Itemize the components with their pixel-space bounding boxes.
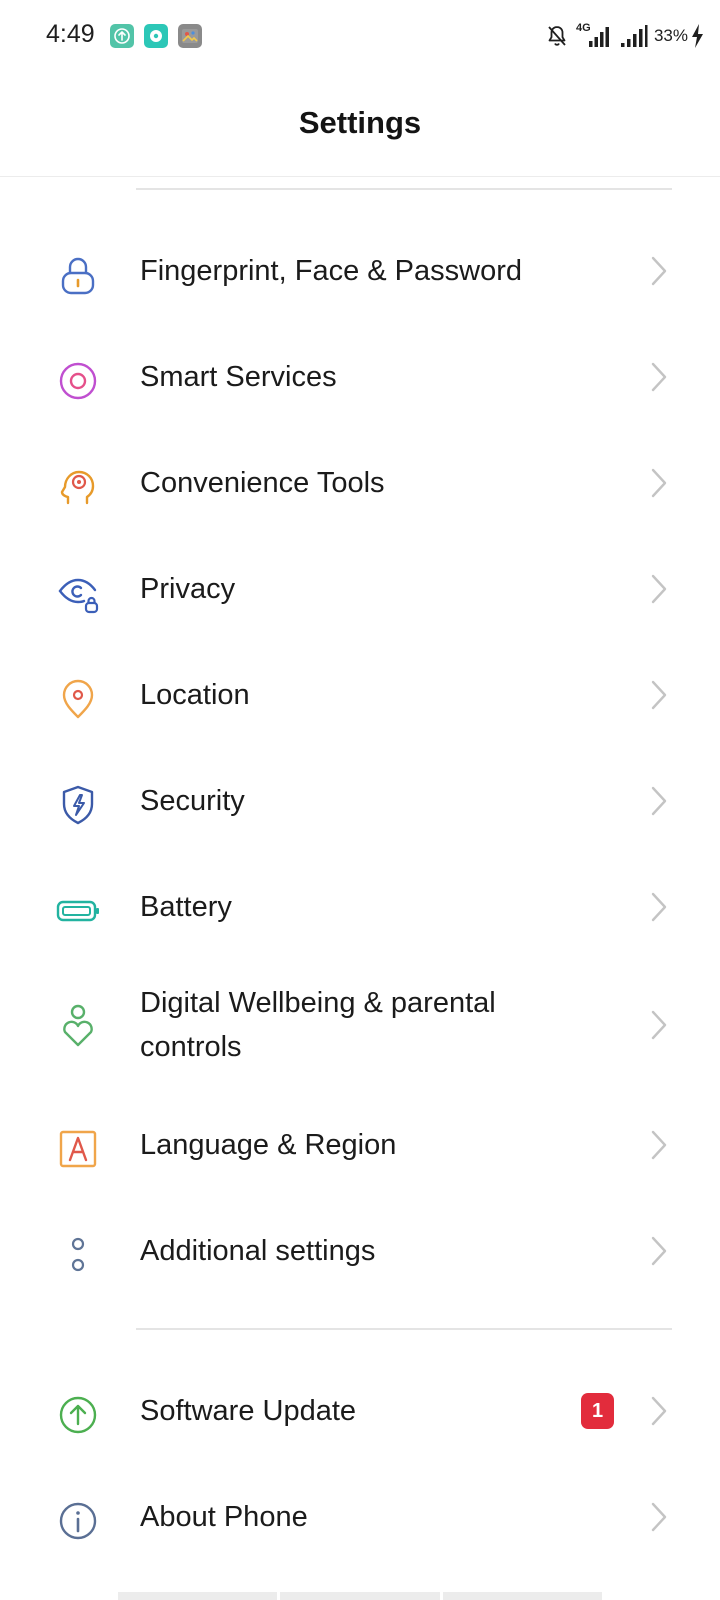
page-title: Settings bbox=[298, 105, 422, 140]
settings-item-fingerprint-face-password[interactable]: Fingerprint, Face & Password bbox=[0, 217, 720, 325]
settings-item-additional-settings[interactable]: Additional settings bbox=[0, 1197, 720, 1305]
status-system-icons: 4G 33% bbox=[546, 22, 704, 50]
bell-off-icon bbox=[546, 24, 568, 48]
signal-icon bbox=[620, 24, 648, 48]
chevron-right-icon bbox=[650, 1235, 668, 1267]
settings-item-label: Additional settings bbox=[140, 1235, 376, 1267]
chevron-right-icon bbox=[650, 467, 668, 499]
chevron-right-icon bbox=[650, 891, 668, 923]
navigation-bar-hint bbox=[118, 1592, 602, 1600]
photos-app-icon bbox=[178, 24, 202, 48]
settings-item-label: Security bbox=[140, 785, 245, 817]
settings-item-language-region[interactable]: Language & Region bbox=[0, 1091, 720, 1199]
dots-vertical-icon bbox=[54, 1231, 102, 1279]
battery-icon bbox=[54, 887, 102, 935]
section-divider bbox=[136, 188, 672, 190]
settings-item-location[interactable]: Location bbox=[0, 641, 720, 749]
chevron-right-icon bbox=[650, 1009, 668, 1041]
status-time: 4:49 bbox=[46, 20, 95, 48]
location-pin-icon bbox=[54, 675, 102, 723]
settings-item-convenience-tools[interactable]: Convenience Tools bbox=[0, 429, 720, 537]
chevron-right-icon bbox=[650, 1395, 668, 1427]
update-count-badge: 1 bbox=[581, 1393, 614, 1429]
language-a-icon bbox=[54, 1125, 102, 1173]
status-bar: 4:49 4G 33% bbox=[0, 0, 720, 72]
wellbeing-heart-icon bbox=[54, 1001, 102, 1049]
chevron-right-icon bbox=[650, 1129, 668, 1161]
settings-item-label: Convenience Tools bbox=[140, 467, 385, 499]
settings-item-security[interactable]: Security bbox=[0, 747, 720, 855]
chevron-right-icon bbox=[650, 1501, 668, 1533]
settings-item-digital-wellbeing[interactable]: Digital Wellbeing & parental controls bbox=[0, 959, 720, 1091]
lock-icon bbox=[54, 251, 102, 299]
chevron-right-icon bbox=[650, 573, 668, 605]
signal-4g-icon: 4G bbox=[575, 22, 610, 48]
arrow-up-circle-icon bbox=[54, 1391, 102, 1439]
settings-item-label: Language & Region bbox=[140, 1129, 397, 1161]
app-header: Settings bbox=[0, 72, 720, 177]
settings-item-label: Privacy bbox=[140, 573, 236, 605]
settings-item-label: About Phone bbox=[140, 1501, 308, 1533]
nav-segment bbox=[118, 1592, 278, 1600]
head-target-icon bbox=[54, 463, 102, 511]
smart-services-icon bbox=[54, 357, 102, 405]
music-app-icon bbox=[144, 24, 168, 48]
chevron-right-icon bbox=[650, 785, 668, 817]
settings-item-label: Smart Services bbox=[140, 361, 337, 393]
nav-segment bbox=[442, 1592, 602, 1600]
eye-lock-icon bbox=[54, 569, 102, 617]
settings-item-label: Battery bbox=[140, 891, 232, 923]
upload-app-icon bbox=[110, 24, 134, 48]
battery-charging-icon bbox=[690, 23, 704, 49]
nav-segment bbox=[280, 1592, 440, 1600]
settings-item-privacy[interactable]: Privacy bbox=[0, 535, 720, 643]
section-divider bbox=[136, 1328, 672, 1330]
network-label: 4G bbox=[575, 22, 591, 34]
settings-item-label: Digital Wellbeing & parental controls bbox=[140, 987, 496, 1063]
shield-bolt-icon bbox=[54, 781, 102, 829]
settings-item-label: Fingerprint, Face & Password bbox=[140, 255, 522, 287]
chevron-right-icon bbox=[650, 361, 668, 393]
info-circle-icon bbox=[54, 1497, 102, 1545]
chevron-right-icon bbox=[650, 679, 668, 711]
settings-item-about-phone[interactable]: About Phone bbox=[0, 1463, 720, 1571]
settings-item-smart-services[interactable]: Smart Services bbox=[0, 323, 720, 431]
settings-item-software-update[interactable]: Software Update 1 bbox=[0, 1357, 720, 1465]
settings-item-label: Location bbox=[140, 679, 250, 711]
chevron-right-icon bbox=[650, 255, 668, 287]
battery-percent: 33% bbox=[653, 26, 688, 45]
settings-item-label: Software Update bbox=[140, 1395, 357, 1427]
settings-item-battery[interactable]: Battery bbox=[0, 853, 720, 961]
